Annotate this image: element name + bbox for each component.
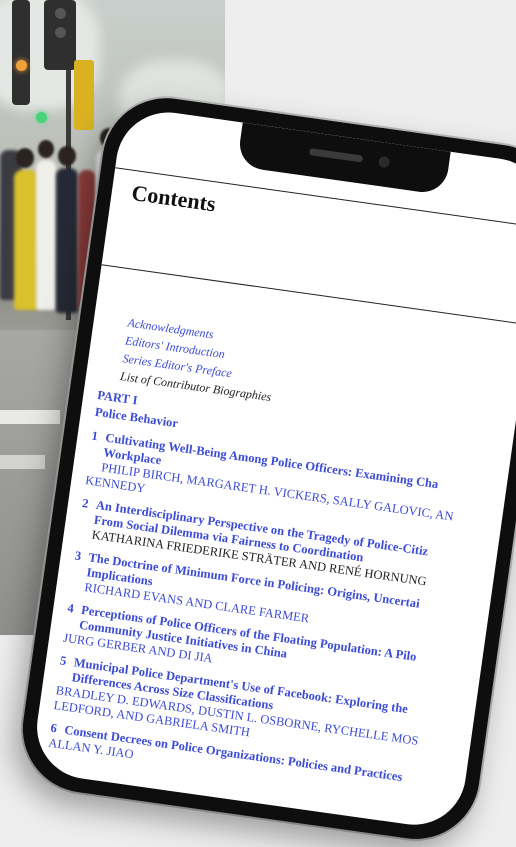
chapter-list: 1 Cultivating Well-Being Among Police Off… (46, 429, 508, 817)
pedestrian-head (58, 146, 76, 166)
front-matter-list: Acknowledgments Editors' Introduction Se… (119, 314, 280, 407)
phone-screen: Contents Acknowledgments Editors' Introd… (30, 105, 516, 832)
traffic-light-amber (16, 60, 27, 71)
pedestrian-head (16, 148, 34, 168)
front-camera-icon (377, 155, 391, 169)
contents-heading: Contents (130, 179, 218, 217)
speaker-grille (308, 148, 364, 163)
table-of-contents-page: Contents Acknowledgments Editors' Introd… (30, 106, 516, 832)
crosswalk-stripe (0, 410, 60, 424)
pedestrian-head (38, 140, 54, 158)
pedestrian (14, 170, 38, 310)
traffic-light-green (36, 112, 47, 123)
part-heading: PART I Police Behavior (94, 387, 182, 432)
traffic-light-lamp (55, 8, 66, 19)
heading-rule (101, 264, 516, 326)
traffic-light-lamp (55, 27, 66, 38)
traffic-light-housing (12, 0, 30, 105)
yellow-sign (74, 60, 94, 130)
pedestrian (56, 168, 78, 313)
pedestrian (36, 160, 56, 310)
crosswalk-stripe (0, 455, 45, 469)
